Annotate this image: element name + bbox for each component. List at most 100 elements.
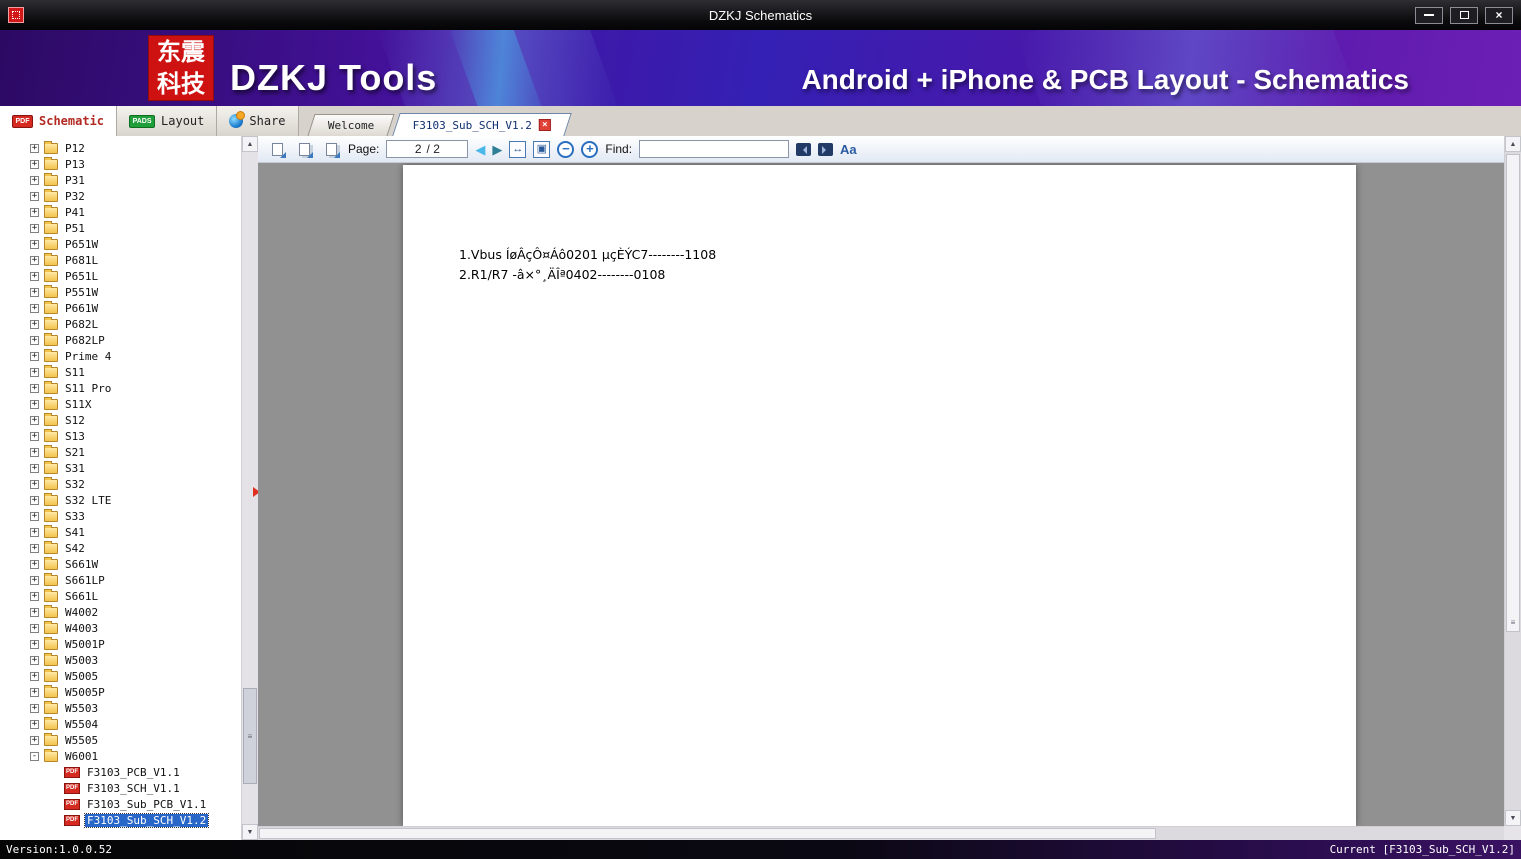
- tree-toggle-icon[interactable]: +: [30, 399, 39, 409]
- tree-toggle-icon[interactable]: +: [30, 239, 39, 249]
- tree-toggle-icon[interactable]: +: [30, 639, 39, 649]
- tree-toggle-icon[interactable]: +: [30, 159, 39, 169]
- tree-toggle-icon[interactable]: +: [30, 383, 39, 393]
- tree-toggle-icon[interactable]: +: [30, 319, 39, 329]
- tree-item-folder[interactable]: + P31: [0, 172, 240, 188]
- document-scroll-thumb[interactable]: ≡: [1506, 154, 1520, 632]
- tree-item-folder[interactable]: + S33: [0, 508, 240, 524]
- tree-item-document[interactable]: PDF F3103_SCH_V1.1: [0, 780, 240, 796]
- tree-item-folder[interactable]: - W6001: [0, 748, 240, 764]
- tree-toggle-icon[interactable]: +: [30, 335, 39, 345]
- tree-item-folder[interactable]: + W5505: [0, 732, 240, 748]
- facing-page-view-icon[interactable]: [294, 139, 314, 159]
- tree-item-folder[interactable]: + S661LP: [0, 572, 240, 588]
- tree-toggle-icon[interactable]: +: [30, 527, 39, 537]
- tree-toggle-icon[interactable]: +: [30, 287, 39, 297]
- zoom-in-button[interactable]: +: [581, 140, 599, 158]
- tree-toggle-icon[interactable]: +: [30, 271, 39, 281]
- find-next-icon[interactable]: [818, 142, 834, 156]
- doc-tab[interactable]: F3103_Sub_SCH_V1.2 ×: [392, 113, 572, 136]
- tree-item-folder[interactable]: + S13: [0, 428, 240, 444]
- tree-toggle-icon[interactable]: +: [30, 447, 39, 457]
- tree-item-folder[interactable]: + P681L: [0, 252, 240, 268]
- tree-toggle-icon[interactable]: +: [30, 671, 39, 681]
- tree-item-folder[interactable]: + S11X: [0, 396, 240, 412]
- tree-toggle-icon[interactable]: +: [30, 223, 39, 233]
- tree-toggle-icon[interactable]: +: [30, 175, 39, 185]
- tree-item-document[interactable]: PDF F3103_Sub_PCB_V1.1: [0, 796, 240, 812]
- tree-toggle-icon[interactable]: +: [30, 463, 39, 473]
- tree-item-folder[interactable]: + W5504: [0, 716, 240, 732]
- tree-item-folder[interactable]: + S21: [0, 444, 240, 460]
- tree-toggle-icon[interactable]: +: [30, 431, 39, 441]
- scroll-down-icon[interactable]: ▼: [242, 824, 258, 840]
- tree-toggle-icon[interactable]: +: [30, 655, 39, 665]
- tree-item-folder[interactable]: + P551W: [0, 284, 240, 300]
- tree-item-folder[interactable]: + W5001P: [0, 636, 240, 652]
- tree-toggle-icon[interactable]: +: [30, 591, 39, 601]
- single-page-view-icon[interactable]: [267, 139, 287, 159]
- tab-share[interactable]: Share: [217, 106, 299, 136]
- tree-toggle-icon[interactable]: +: [30, 191, 39, 201]
- tree-toggle-icon[interactable]: +: [30, 575, 39, 585]
- document-horizontal-scrollbar[interactable]: [258, 826, 1504, 840]
- tree-item-folder[interactable]: + P51: [0, 220, 240, 236]
- fit-page-icon[interactable]: ▣: [533, 140, 551, 158]
- tree-toggle-icon[interactable]: +: [30, 687, 39, 697]
- tree-item-folder[interactable]: + W5005P: [0, 684, 240, 700]
- close-button[interactable]: ×: [1485, 6, 1513, 24]
- tree-toggle-icon[interactable]: +: [30, 511, 39, 521]
- scroll-up-icon[interactable]: ▲: [1505, 136, 1521, 152]
- tree-toggle-icon[interactable]: +: [30, 255, 39, 265]
- tree-item-folder[interactable]: + P651L: [0, 268, 240, 284]
- tree-item-folder[interactable]: + W5503: [0, 700, 240, 716]
- tree-item-folder[interactable]: + S661W: [0, 556, 240, 572]
- tab-close-icon[interactable]: ×: [538, 119, 551, 131]
- horizontal-scroll-thumb[interactable]: [259, 828, 1157, 839]
- document-viewport[interactable]: 1.Vbus ÍøÂçÔ¤Áô0201 µçÈÝC7--------1108 2.…: [258, 163, 1504, 826]
- tree-toggle-icon[interactable]: +: [30, 415, 39, 425]
- sidebar-scroll-thumb[interactable]: ≡: [243, 688, 257, 784]
- tree-toggle-icon[interactable]: +: [30, 207, 39, 217]
- tree-item-document[interactable]: PDF F3103_PCB_V1.1: [0, 764, 240, 780]
- tree-toggle-icon[interactable]: +: [30, 303, 39, 313]
- tab-layout[interactable]: PADS Layout: [117, 106, 218, 136]
- scroll-down-icon[interactable]: ▼: [1505, 810, 1521, 826]
- tree-item-folder[interactable]: + P13: [0, 156, 240, 172]
- tree-item-folder[interactable]: + S41: [0, 524, 240, 540]
- tree-item-folder[interactable]: + W5003: [0, 652, 240, 668]
- next-page-button[interactable]: ▶: [492, 143, 502, 156]
- tab-schematic[interactable]: PDF Schematic: [0, 106, 118, 136]
- tree-item-folder[interactable]: + P682LP: [0, 332, 240, 348]
- tree-item-folder[interactable]: + W4003: [0, 620, 240, 636]
- tree-toggle-icon[interactable]: +: [30, 703, 39, 713]
- tree-toggle-icon[interactable]: -: [30, 751, 39, 761]
- tree-item-folder[interactable]: + S42: [0, 540, 240, 556]
- tree-toggle-icon[interactable]: +: [30, 623, 39, 633]
- tree-item-folder[interactable]: + W4002: [0, 604, 240, 620]
- tree-item-folder[interactable]: + S32: [0, 476, 240, 492]
- find-previous-icon[interactable]: [796, 142, 812, 156]
- fit-width-icon[interactable]: ↔: [509, 140, 527, 158]
- page-number-input[interactable]: 2 / 2: [386, 140, 469, 158]
- tree-item-folder[interactable]: + W5005: [0, 668, 240, 684]
- tree-item-folder[interactable]: + P41: [0, 204, 240, 220]
- match-case-icon[interactable]: Aa: [840, 143, 857, 156]
- tree-toggle-icon[interactable]: +: [30, 479, 39, 489]
- previous-page-button[interactable]: ◀: [475, 143, 485, 156]
- tree-toggle-icon[interactable]: +: [30, 495, 39, 505]
- tree-toggle-icon[interactable]: +: [30, 543, 39, 553]
- zoom-out-button[interactable]: −: [557, 140, 575, 158]
- find-input[interactable]: [639, 140, 790, 158]
- tree-item-folder[interactable]: + P651W: [0, 236, 240, 252]
- tree-toggle-icon[interactable]: +: [30, 367, 39, 377]
- continuous-view-icon[interactable]: [321, 139, 341, 159]
- tree-item-folder[interactable]: + P12: [0, 140, 240, 156]
- tree-item-folder[interactable]: + P682L: [0, 316, 240, 332]
- tree-item-folder[interactable]: + S11 Pro: [0, 380, 240, 396]
- document-vertical-scrollbar[interactable]: ▲ ≡ ▼: [1504, 136, 1521, 826]
- tree-toggle-icon[interactable]: +: [30, 559, 39, 569]
- tree-toggle-icon[interactable]: +: [30, 143, 39, 153]
- tree-item-document[interactable]: PDF F3103_Sub_SCH_V1.2: [0, 812, 240, 828]
- doc-tab[interactable]: Welcome: [306, 114, 395, 136]
